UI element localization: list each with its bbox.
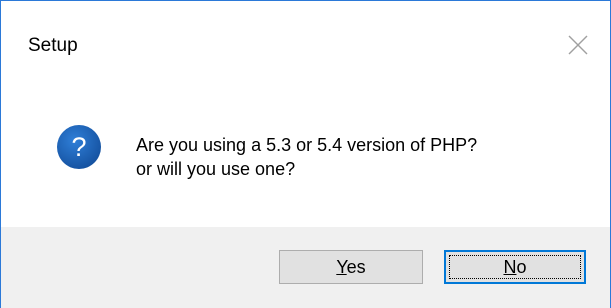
message-line-2: or will you use one? xyxy=(136,159,296,179)
yes-label-rest: es xyxy=(346,257,366,277)
yes-button[interactable]: Yes xyxy=(279,250,423,284)
message-text: Are you using a 5.3 or 5.4 version of PH… xyxy=(136,133,477,181)
no-button[interactable]: No xyxy=(444,250,586,284)
message-line-1: Are you using a 5.3 or 5.4 version of PH… xyxy=(136,135,478,155)
yes-mnemonic: Y xyxy=(336,257,347,277)
button-bar: Yes No xyxy=(1,227,610,308)
no-mnemonic: N xyxy=(503,257,517,277)
window-title: Setup xyxy=(28,35,78,56)
question-icon: ? xyxy=(57,125,101,169)
title-bar[interactable]: Setup xyxy=(1,1,610,91)
close-icon xyxy=(568,35,588,55)
no-label-rest: o xyxy=(516,257,527,277)
message-area: ? Are you using a 5.3 or 5.4 version of … xyxy=(1,91,610,226)
close-button[interactable] xyxy=(556,23,600,67)
setup-dialog: Setup ? Are you using a 5.3 or 5.4 versi… xyxy=(0,0,611,308)
svg-text:?: ? xyxy=(71,132,86,162)
